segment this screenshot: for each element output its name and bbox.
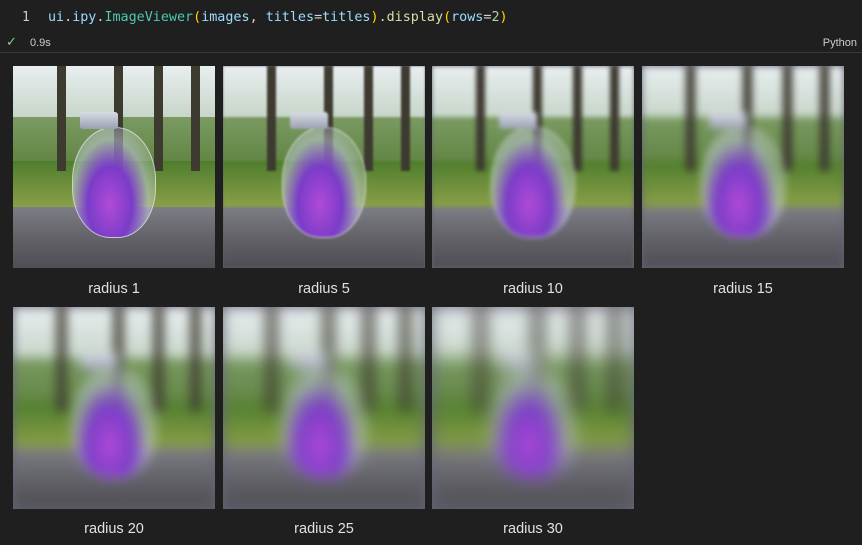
line-number: 1 xyxy=(22,10,30,25)
code-module: ipy xyxy=(72,10,97,25)
code-kw-titles: titles xyxy=(265,10,315,25)
language-label[interactable]: Python xyxy=(823,37,857,49)
image-tile[interactable] xyxy=(13,307,215,509)
image-tile[interactable] xyxy=(642,66,844,268)
code-arg-titles: titles xyxy=(322,10,371,25)
code-arg-images: images xyxy=(201,10,250,25)
image-tile[interactable] xyxy=(223,307,425,509)
image-caption: radius 30 xyxy=(503,521,563,537)
check-icon: ✓ xyxy=(6,34,17,49)
image-caption: radius 5 xyxy=(298,281,350,297)
code-kw-rows: rows xyxy=(451,10,484,25)
execution-time: 0.9s xyxy=(30,37,51,49)
image-tile[interactable] xyxy=(13,66,215,268)
image-tile[interactable] xyxy=(223,66,425,268)
cell-status-bar: ✓ 0.9s Python xyxy=(0,34,862,52)
cell-divider xyxy=(0,52,862,53)
image-tile[interactable] xyxy=(432,307,634,509)
image-caption: radius 10 xyxy=(503,281,563,297)
image-caption: radius 25 xyxy=(294,521,354,537)
code-cell-input[interactable]: 1 ui.ipy.ImageViewer(images, titles=titl… xyxy=(0,0,862,34)
code-rows-value: 2 xyxy=(491,10,500,25)
image-caption: radius 1 xyxy=(88,281,140,297)
code-method: display xyxy=(386,10,444,25)
image-caption: radius 20 xyxy=(84,521,144,537)
image-tile[interactable] xyxy=(432,66,634,268)
code-line[interactable]: ui.ipy.ImageViewer(images, titles=titles… xyxy=(48,10,508,25)
image-caption: radius 15 xyxy=(713,281,773,297)
code-class: ImageViewer xyxy=(104,10,194,25)
code-receiver: ui xyxy=(48,10,65,25)
